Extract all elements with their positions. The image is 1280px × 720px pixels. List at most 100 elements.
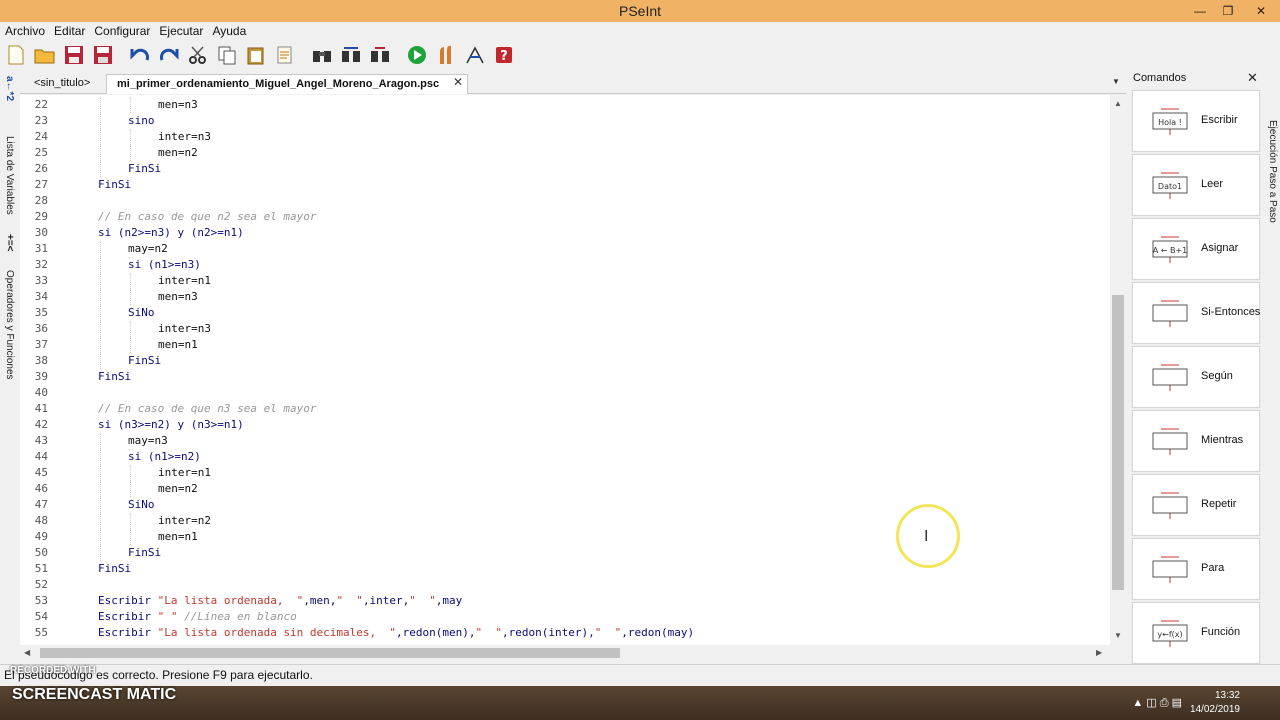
code-text: FinSi <box>128 354 162 367</box>
scroll-right-icon[interactable]: ▶ <box>1096 648 1102 657</box>
tab-active-file[interactable]: mi_primer_ordenamiento_Miguel_Angel_More… <box>106 74 468 94</box>
tab-list-icon[interactable]: ▼ <box>1112 77 1120 86</box>
code-line[interactable]: 38 FinSi <box>20 353 1110 369</box>
indent-guide <box>130 337 131 353</box>
svg-text:A ← B+1: A ← B+1 <box>1153 246 1188 255</box>
code-line[interactable]: 41 // En caso de que n3 sea el mayor <box>20 401 1110 417</box>
minimize-icon[interactable]: — <box>1186 0 1214 22</box>
menu-ayuda[interactable]: Ayuda <box>211 22 252 40</box>
indent-guide <box>100 465 101 481</box>
commands-close-icon[interactable]: ✕ <box>1247 70 1258 86</box>
command-label: Para <box>1201 562 1225 574</box>
code-line[interactable]: 22 men=n3 <box>20 97 1110 113</box>
code-line[interactable]: 55 Escribir "La lista ordenada sin decima… <box>20 625 1110 641</box>
for-icon <box>1139 553 1199 587</box>
new-file-icon[interactable] <box>4 43 28 67</box>
code-line[interactable]: 24 inter=n3 <box>20 129 1110 145</box>
code-line[interactable]: 25 men=n2 <box>20 145 1110 161</box>
code-line[interactable]: 42 si (n3>=n2) y (n3>=n1) <box>20 417 1110 433</box>
tab-sin-titulo[interactable]: <sin_titulo> <box>24 74 104 94</box>
code-line[interactable]: 30 si (n2>=n3) y (n2>=n1) <box>20 225 1110 241</box>
command-escribir[interactable]: Hola ! Escribir <box>1132 90 1260 152</box>
command-label: Repetir <box>1201 498 1237 510</box>
code-line[interactable]: 43 may=n3 <box>20 433 1110 449</box>
step-by-step-tab[interactable]: Ejecución Paso a Paso <box>1267 120 1278 223</box>
step-icon[interactable] <box>434 43 458 67</box>
screencast-watermark: SCREENCAST MATIC <box>12 686 177 703</box>
code-line[interactable]: 44 si (n1>=n2) <box>20 449 1110 465</box>
replace-icon[interactable] <box>368 43 392 67</box>
indent-guide <box>130 273 131 289</box>
code-line[interactable]: 31 may=n2 <box>20 241 1110 257</box>
line-number: 23 <box>34 114 48 127</box>
run-icon[interactable] <box>405 43 429 67</box>
command-si-entonces[interactable]: Si-Entonces <box>1132 282 1260 344</box>
command-asignar[interactable]: A ← B+1 Asignar <box>1132 218 1260 280</box>
command-repetir[interactable]: Repetir <box>1132 474 1260 536</box>
command-leer[interactable]: Dato1 Leer <box>1132 154 1260 216</box>
code-line[interactable]: 35 SiNo <box>20 305 1110 321</box>
command-label: Función <box>1201 626 1241 638</box>
cut-icon[interactable] <box>186 43 210 67</box>
code-line[interactable]: 40 <box>20 385 1110 401</box>
code-line[interactable]: 45 inter=n1 <box>20 465 1110 481</box>
close-icon[interactable]: ✕ <box>1242 0 1280 22</box>
paste-icon[interactable] <box>244 43 268 67</box>
menu-configurar[interactable]: Configurar <box>93 22 156 40</box>
code-line[interactable]: 52 <box>20 577 1110 593</box>
code-line[interactable]: 23 sino <box>20 113 1110 129</box>
line-number: 50 <box>34 546 48 559</box>
taskbar-clock[interactable]: 13:32 14/02/2019 <box>1190 689 1240 717</box>
code-text: FinSi <box>98 562 132 575</box>
command-para[interactable]: Para <box>1132 538 1260 600</box>
line-number: 42 <box>34 418 48 431</box>
save-as-icon[interactable] <box>91 43 115 67</box>
code-line[interactable]: 28 <box>20 193 1110 209</box>
binoculars-icon[interactable] <box>310 43 334 67</box>
scroll-left-icon[interactable]: ◀ <box>24 648 30 657</box>
code-line[interactable]: 29 // En caso de que n2 sea el mayor <box>20 209 1110 225</box>
code-line[interactable]: 39 FinSi <box>20 369 1110 385</box>
edit-icon[interactable] <box>273 43 297 67</box>
debug-icon[interactable] <box>463 43 487 67</box>
code-line[interactable]: 37 men=n1 <box>20 337 1110 353</box>
scroll-thumb[interactable] <box>1112 295 1124 590</box>
command-seg-n[interactable]: Según <box>1132 346 1260 408</box>
save-icon[interactable] <box>62 43 86 67</box>
tab-close-icon[interactable]: ✕ <box>453 75 463 89</box>
help-icon[interactable]: ? <box>492 43 516 67</box>
code-line[interactable]: 33 inter=n1 <box>20 273 1110 289</box>
code-line[interactable]: 54 Escribir " " //Linea en blanco <box>20 609 1110 625</box>
code-line[interactable]: 46 men=n2 <box>20 481 1110 497</box>
code-line[interactable]: 51 FinSi <box>20 561 1110 577</box>
assign-icon: A ← B+1 <box>1139 233 1199 267</box>
scroll-up-icon[interactable]: ▲ <box>1114 99 1122 108</box>
line-number: 27 <box>34 178 48 191</box>
code-line[interactable]: 26 FinSi <box>20 161 1110 177</box>
line-number: 51 <box>34 562 48 575</box>
operators-tab[interactable]: Operadores y Funciones <box>4 270 15 380</box>
code-editor[interactable]: 22 men=n3 23 sino 24 inter=n3 25 men=n2 26 FinSi 2… <box>20 95 1110 645</box>
copy-icon[interactable] <box>215 43 239 67</box>
restore-icon[interactable]: ❐ <box>1214 0 1242 22</box>
menu-editar[interactable]: Editar <box>53 22 91 40</box>
variables-tab[interactable]: Lista de Variables <box>4 136 15 215</box>
system-tray-icons[interactable]: ▲ ◫ ⎙ ▤ <box>1132 696 1182 710</box>
scroll-down-icon[interactable]: ▼ <box>1114 631 1122 640</box>
code-line[interactable]: 36 inter=n3 <box>20 321 1110 337</box>
editor-horizontal-scrollbar[interactable]: ◀ ▶ <box>20 645 1110 661</box>
code-line[interactable]: 53 Escribir "La lista ordenada, ",men," "… <box>20 593 1110 609</box>
undo-icon[interactable] <box>128 43 152 67</box>
editor-vertical-scrollbar[interactable]: ▲ ▼ <box>1110 95 1126 645</box>
open-folder-icon[interactable] <box>33 43 57 67</box>
menu-ejecutar[interactable]: Ejecutar <box>158 22 209 40</box>
command-mientras[interactable]: Mientras <box>1132 410 1260 472</box>
menu-archivo[interactable]: Archivo <box>4 22 51 40</box>
code-line[interactable]: 27 FinSi <box>20 177 1110 193</box>
hscroll-thumb[interactable] <box>40 648 620 658</box>
command-funci-n[interactable]: y←f(x) Función <box>1132 602 1260 664</box>
code-line[interactable]: 32 si (n1>=n3) <box>20 257 1110 273</box>
redo-icon[interactable] <box>157 43 181 67</box>
find-next-icon[interactable] <box>339 43 363 67</box>
code-line[interactable]: 34 men=n3 <box>20 289 1110 305</box>
